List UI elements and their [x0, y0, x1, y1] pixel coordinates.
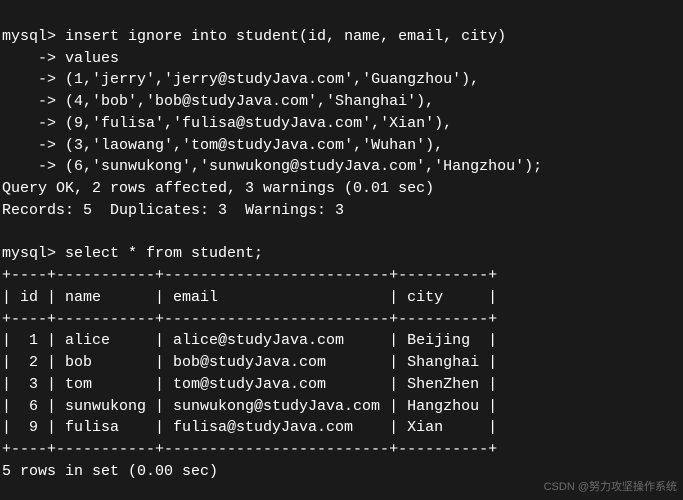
- query-result: Records: 5 Duplicates: 3 Warnings: 3: [2, 202, 344, 219]
- cont-line: -> (3,'laowang','tom@studyJava.com','Wuh…: [2, 137, 443, 154]
- table-row: | 6 | sunwukong | sunwukong@studyJava.co…: [2, 398, 497, 415]
- table-header: | id | name | email | city |: [2, 289, 497, 306]
- terminal-output: mysql> insert ignore into student(id, na…: [0, 0, 683, 487]
- select-statement: mysql> select * from student;: [2, 245, 263, 262]
- table-border: +----+-----------+----------------------…: [2, 441, 497, 458]
- mysql-prompt: mysql>: [2, 28, 56, 45]
- mysql-prompt: mysql>: [2, 245, 56, 262]
- table-border: +----+-----------+----------------------…: [2, 311, 497, 328]
- query-result: 5 rows in set (0.00 sec): [2, 463, 218, 480]
- cont-line: -> values: [2, 50, 119, 67]
- insert-statement: mysql> insert ignore into student(id, na…: [2, 28, 506, 45]
- table-row: | 3 | tom | tom@studyJava.com | ShenZhen…: [2, 376, 497, 393]
- watermark: CSDN @努力攻坚操作系统: [544, 480, 677, 496]
- table-row: | 2 | bob | bob@studyJava.com | Shanghai…: [2, 354, 497, 371]
- table-row: | 9 | fulisa | fulisa@studyJava.com | Xi…: [2, 419, 497, 436]
- table-border: +----+-----------+----------------------…: [2, 267, 497, 284]
- blank-line: [2, 224, 11, 241]
- cont-line: -> (1,'jerry','jerry@studyJava.com','Gua…: [2, 71, 479, 88]
- table-row: | 1 | alice | alice@studyJava.com | Beij…: [2, 332, 497, 349]
- cont-line: -> (4,'bob','bob@studyJava.com','Shangha…: [2, 93, 434, 110]
- cont-line: -> (9,'fulisa','fulisa@studyJava.com','X…: [2, 115, 452, 132]
- cont-line: -> (6,'sunwukong','sunwukong@studyJava.c…: [2, 158, 542, 175]
- query-result: Query OK, 2 rows affected, 3 warnings (0…: [2, 180, 434, 197]
